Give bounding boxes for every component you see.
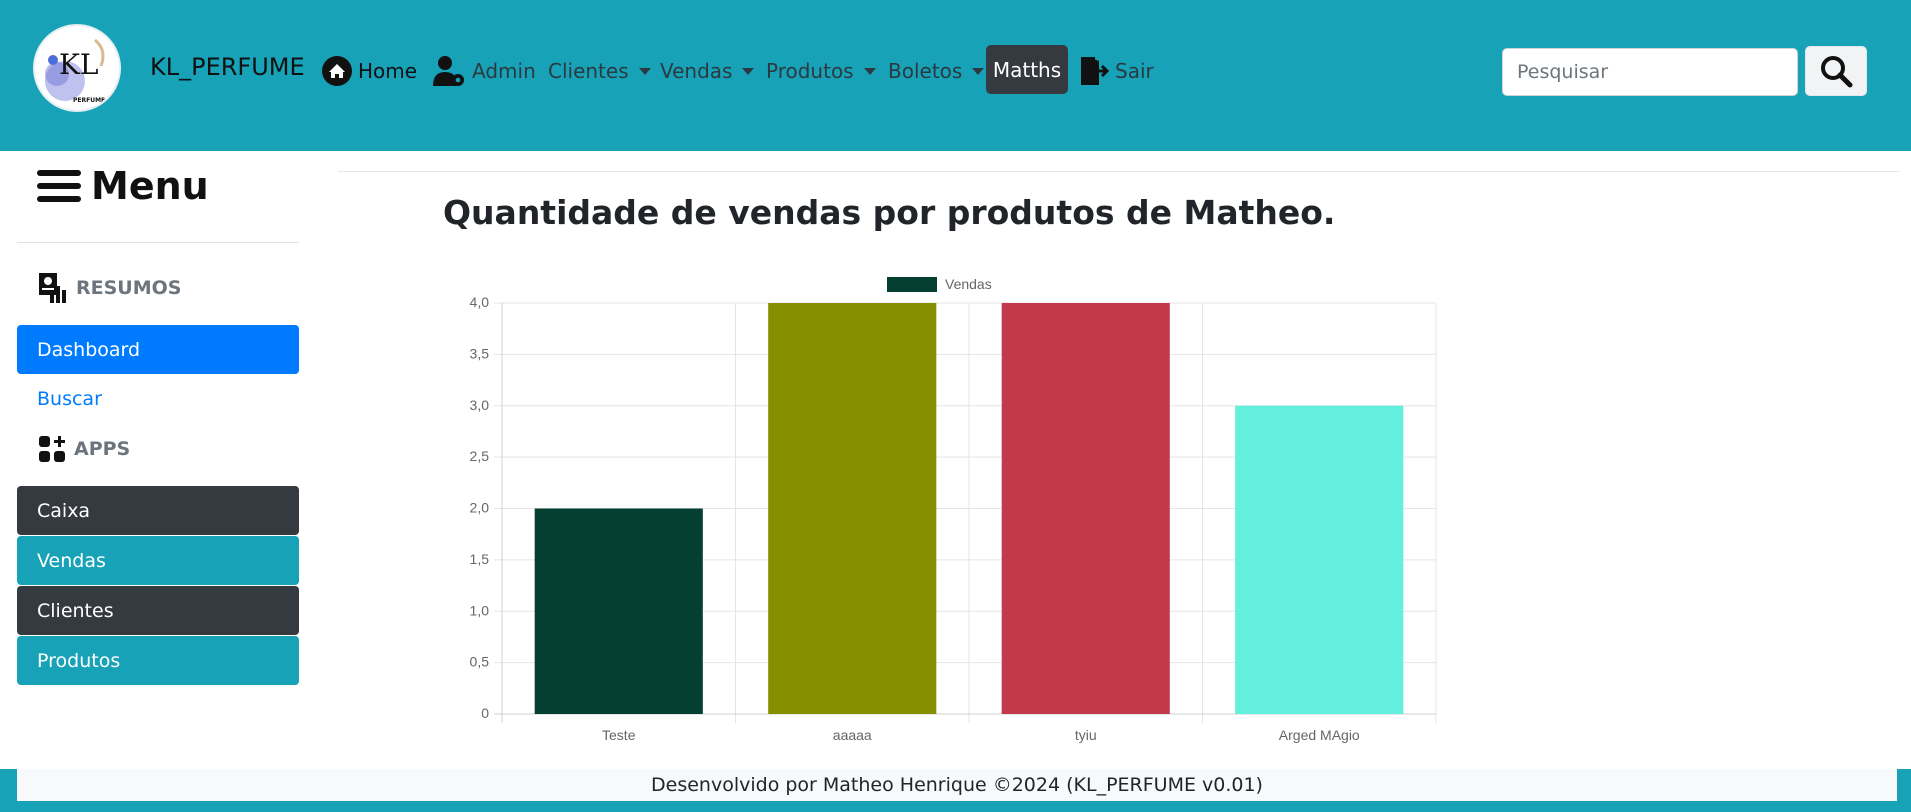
x-tick-label: Arged MAgio bbox=[1279, 727, 1360, 743]
sidebar-item-buscar[interactable]: Buscar bbox=[37, 388, 102, 410]
nav-clientes-dropdown[interactable]: Clientes bbox=[548, 56, 651, 86]
search-button[interactable] bbox=[1805, 46, 1867, 96]
footer: Desenvolvido por Matheo Henrique ©2024 (… bbox=[17, 769, 1897, 801]
sidebar-menu-title: Menu bbox=[37, 164, 209, 208]
nav-admin[interactable]: Admin bbox=[432, 56, 536, 86]
sidebar-heading-apps: APPS bbox=[38, 435, 130, 463]
sidebar-heading-resumos: RESUMOS bbox=[38, 272, 181, 304]
chevron-down-icon bbox=[972, 67, 985, 75]
y-tick-label: 4,0 bbox=[470, 294, 490, 310]
chevron-down-icon bbox=[638, 67, 651, 75]
door-exit-icon bbox=[1079, 55, 1109, 87]
sidebar-item-produtos[interactable]: Produtos bbox=[17, 636, 299, 685]
user-gear-icon bbox=[432, 54, 466, 88]
x-tick-label: tyiu bbox=[1075, 727, 1097, 743]
sidebar-item-vendas[interactable]: Vendas bbox=[17, 536, 299, 585]
brand-name[interactable]: KL_PERFUME bbox=[150, 53, 305, 81]
top-navbar: KL PERFUME KL_PERFUME Home Admin Cliente… bbox=[0, 0, 1911, 151]
bar-3 bbox=[1235, 405, 1404, 714]
x-tick-label: Teste bbox=[602, 727, 636, 743]
report-icon bbox=[39, 273, 66, 303]
y-tick-label: 1,0 bbox=[470, 602, 490, 618]
logo-image-icon: KL PERFUME bbox=[45, 38, 105, 104]
bar-2 bbox=[1001, 303, 1170, 714]
logo-sub: PERFUME bbox=[73, 97, 105, 104]
sidebar-item-caixa[interactable]: Caixa bbox=[17, 486, 299, 535]
footer-credit: Desenvolvido por Matheo Henrique ©2024 (… bbox=[651, 774, 1263, 796]
sales-bar-chart: 0 0,5 1,0 1,5 2,0 2,5 3,0 3,5 4,0 Teste aaaaa tyiu A… bbox=[470, 276, 1437, 743]
y-tick-label: 1,5 bbox=[470, 551, 490, 567]
nav-sair[interactable]: Sair bbox=[1079, 56, 1154, 86]
sidebar-item-clientes[interactable]: Clientes bbox=[17, 586, 299, 635]
nav-produtos-dropdown[interactable]: Produtos bbox=[766, 56, 876, 86]
brand-logo[interactable]: KL PERFUME bbox=[33, 24, 121, 112]
y-tick-label: 3,5 bbox=[470, 345, 490, 361]
page-title: Quantidade de vendas por produtos de Mat… bbox=[443, 193, 1336, 232]
main-divider bbox=[338, 171, 1900, 172]
home-icon bbox=[322, 56, 352, 86]
chevron-down-icon bbox=[863, 67, 876, 75]
apps-grid-icon bbox=[39, 436, 65, 462]
sidebar-item-dashboard[interactable]: Dashboard bbox=[17, 325, 299, 374]
nav-home[interactable]: Home bbox=[322, 56, 417, 86]
hamburger-menu-icon[interactable] bbox=[37, 168, 81, 204]
logo-letters: KL bbox=[59, 48, 99, 81]
bar-1 bbox=[768, 303, 937, 714]
bar-0 bbox=[534, 508, 703, 714]
sidebar-divider bbox=[17, 242, 299, 243]
chevron-down-icon bbox=[742, 67, 755, 75]
x-tick-label: aaaaa bbox=[833, 727, 872, 743]
legend-swatch bbox=[887, 277, 937, 292]
nav-matths-button[interactable]: Matths bbox=[986, 45, 1068, 94]
nav-boletos-dropdown[interactable]: Boletos bbox=[888, 56, 985, 86]
y-tick-label: 0,5 bbox=[470, 654, 490, 670]
y-tick-label: 2,0 bbox=[470, 500, 490, 516]
y-tick-label: 2,5 bbox=[470, 448, 490, 464]
nav-vendas-dropdown[interactable]: Vendas bbox=[660, 56, 755, 86]
search-input[interactable] bbox=[1502, 48, 1798, 96]
y-tick-label: 0 bbox=[481, 705, 489, 721]
search-icon bbox=[1821, 56, 1853, 88]
legend-label: Vendas bbox=[945, 276, 992, 292]
y-tick-label: 3,0 bbox=[470, 397, 490, 413]
